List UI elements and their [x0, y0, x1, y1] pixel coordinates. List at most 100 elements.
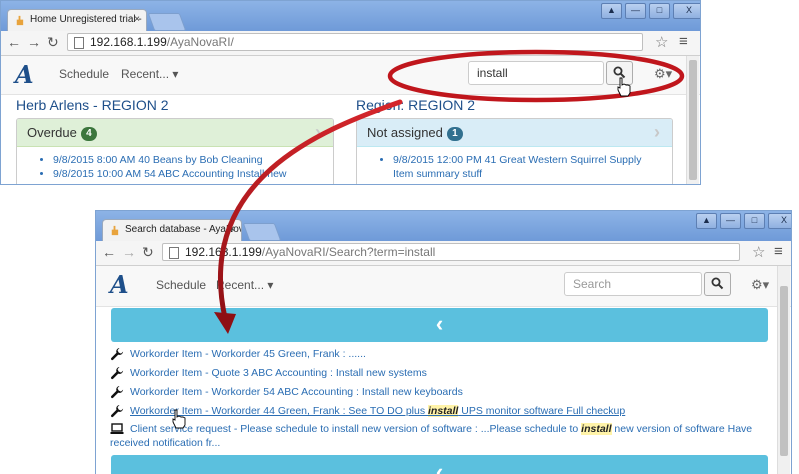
list-item[interactable]: 9/8/2015 8:00 AM 40 Beans by Bob Cleanin… [53, 153, 333, 167]
search-result-row[interactable]: Workorder Item - Workorder 45 Green, Fra… [110, 347, 366, 361]
search-icon [613, 66, 626, 79]
ayanova-logo[interactable]: A [15, 60, 34, 89]
result-link[interactable]: Workorder Item - Workorder 54 ABC Accoun… [130, 385, 463, 399]
scrollbar[interactable] [777, 266, 790, 474]
nav-schedule[interactable]: Schedule [156, 278, 206, 292]
tab-search-database[interactable]: Search database - AyaNov × [102, 219, 242, 241]
new-tab-button[interactable] [147, 13, 187, 31]
back-arrow-icon[interactable]: ← [102, 244, 116, 260]
browser-menu-icon[interactable]: ≡ [679, 33, 688, 50]
wrench-icon [110, 367, 124, 380]
gear-icon[interactable]: ⚙▾ [751, 277, 769, 293]
result-link[interactable]: Workorder Item - Quote 3 ABC Accounting … [130, 366, 427, 380]
tab-home[interactable]: Home Unregistered trial - × [7, 9, 147, 31]
back-banner-button-bottom[interactable]: ‹ [111, 455, 768, 474]
url-field[interactable]: 192.168.1.199/AyaNovaRI/Search?term=inst… [162, 243, 740, 261]
ayanova-logo[interactable]: A [110, 270, 129, 299]
window-resize-icon[interactable]: ▲ [696, 213, 717, 229]
search-icon [711, 277, 724, 290]
hand-favicon-icon [111, 225, 119, 236]
result-text-after: new version of software Have [611, 423, 753, 435]
scrollbar[interactable] [686, 56, 699, 184]
window-controls: ▲ — □ X [696, 213, 791, 229]
tab-close-icon[interactable]: × [229, 224, 235, 235]
url-path: /AyaNovaRI/ [166, 35, 234, 49]
browser-menu-icon[interactable]: ≡ [774, 243, 783, 260]
search-input[interactable]: Search [564, 272, 702, 296]
nav-recent-dropdown[interactable]: Recent... ▾ [216, 278, 273, 292]
not-assigned-count-badge: 1 [446, 127, 463, 141]
reload-icon[interactable]: ↻ [47, 34, 59, 51]
window-minimize-icon[interactable]: — [720, 213, 741, 229]
list-item[interactable]: 9/8/2015 12:00 PM 41 Great Western Squir… [393, 153, 672, 167]
overdue-panel: Overdue4 › 9/8/2015 8:00 AM 40 Beans by … [16, 118, 334, 184]
laptop-icon [110, 423, 124, 434]
forward-arrow-icon[interactable]: → [122, 244, 136, 260]
not-assigned-panel: Not assigned1 › 9/8/2015 12:00 PM 41 Gre… [356, 118, 673, 184]
search-term-highlight: install [428, 405, 459, 417]
nav-schedule[interactable]: Schedule [59, 67, 109, 81]
list-item[interactable]: 9/8/2015 10:00 AM 54 ABC Accounting Inst… [53, 167, 333, 181]
browser-window-home: Home Unregistered trial - × ▲ — □ X ← → … [0, 0, 701, 185]
window-close-icon[interactable]: X [768, 213, 791, 229]
tab-title: Home Unregistered trial - [30, 14, 142, 25]
result-link[interactable]: Client service request - Please schedule… [130, 422, 752, 436]
overdue-label: Overdue [27, 125, 77, 140]
hand-favicon-icon [16, 15, 24, 26]
list-item-continuation[interactable]: Item summary stuff [393, 167, 672, 181]
scrollbar-thumb[interactable] [780, 286, 788, 456]
right-section-title: Region: REGION 2 [356, 97, 476, 113]
back-banner-button[interactable]: ‹ [111, 308, 768, 342]
window-maximize-icon[interactable]: □ [649, 3, 670, 19]
bookmark-star-icon[interactable]: ☆ [655, 33, 668, 51]
url-host: 192.168.1.199 [185, 245, 262, 259]
search-result-row[interactable]: Workorder Item - Workorder 44 Green, Fra… [110, 404, 625, 418]
left-section-title: Herb Arlens - REGION 2 [16, 97, 169, 113]
search-result-row[interactable]: Workorder Item - Workorder 54 ABC Accoun… [110, 385, 463, 399]
chevron-right-icon[interactable]: › [654, 122, 660, 143]
not-assigned-panel-header[interactable]: Not assigned 1 › [357, 119, 672, 147]
wrench-icon [110, 405, 124, 418]
tab-title: Search database - AyaNov [125, 224, 242, 235]
result-text-before: Client service request - Please schedule… [130, 423, 582, 435]
overdue-panel-header[interactable]: Overdue 4 › [17, 119, 333, 147]
page-icon [169, 247, 179, 259]
new-tab-button[interactable] [242, 223, 282, 241]
result-link[interactable]: Workorder Item - Workorder 44 Green, Fra… [130, 404, 625, 418]
tab-close-icon[interactable]: × [134, 14, 140, 25]
url-field[interactable]: 192.168.1.199/AyaNovaRI/ [67, 33, 643, 51]
window-resize-icon[interactable]: ▲ [601, 3, 622, 19]
gear-icon[interactable]: ⚙▾ [654, 66, 672, 82]
overdue-list: 9/8/2015 8:00 AM 40 Beans by Bob Cleanin… [17, 153, 333, 181]
window-minimize-icon[interactable]: — [625, 3, 646, 19]
bookmark-star-icon[interactable]: ☆ [752, 243, 765, 261]
forward-arrow-icon[interactable]: → [27, 34, 41, 50]
search-button[interactable] [704, 272, 731, 296]
title-bar: Search database - AyaNov × ▲ — □ X [96, 211, 791, 241]
search-button[interactable] [606, 61, 633, 85]
address-bar: ← → ↻ 192.168.1.199/AyaNovaRI/ ☆ ≡ [1, 31, 700, 56]
window-controls: ▲ — □ X [601, 3, 700, 19]
scrollbar-thumb[interactable] [689, 60, 697, 180]
search-input[interactable]: install [468, 61, 604, 85]
search-result-row[interactable]: Client service request - Please schedule… [110, 422, 770, 436]
search-result-row[interactable]: Workorder Item - Quote 3 ABC Accounting … [110, 366, 427, 380]
browser-window-search: Search database - AyaNov × ▲ — □ X ← → ↻… [95, 210, 792, 474]
result-text-before: Workorder Item - Workorder 44 Green, Fra… [130, 405, 428, 417]
chevron-right-icon[interactable]: › [315, 122, 321, 143]
reload-icon[interactable]: ↻ [142, 244, 154, 261]
app-navbar: A Schedule Recent... ▾ install ⚙▾ [1, 56, 700, 95]
result-link-continuation[interactable]: received notification fr... [110, 436, 220, 450]
nav-recent-dropdown[interactable]: Recent... ▾ [121, 67, 178, 81]
window-close-icon[interactable]: X [673, 3, 700, 19]
wrench-icon [110, 348, 124, 361]
page-icon [74, 37, 84, 49]
result-link[interactable]: Workorder Item - Workorder 45 Green, Fra… [130, 347, 366, 361]
search-result-continuation[interactable]: received notification fr... [110, 436, 220, 450]
window-maximize-icon[interactable]: □ [744, 213, 765, 229]
back-arrow-icon[interactable]: ← [7, 34, 21, 50]
url-host: 192.168.1.199 [90, 35, 167, 49]
overdue-count-badge: 4 [80, 127, 97, 141]
search-term-highlight: install [581, 423, 612, 435]
result-text-after: UPS monitor software Full checkup [458, 405, 626, 417]
